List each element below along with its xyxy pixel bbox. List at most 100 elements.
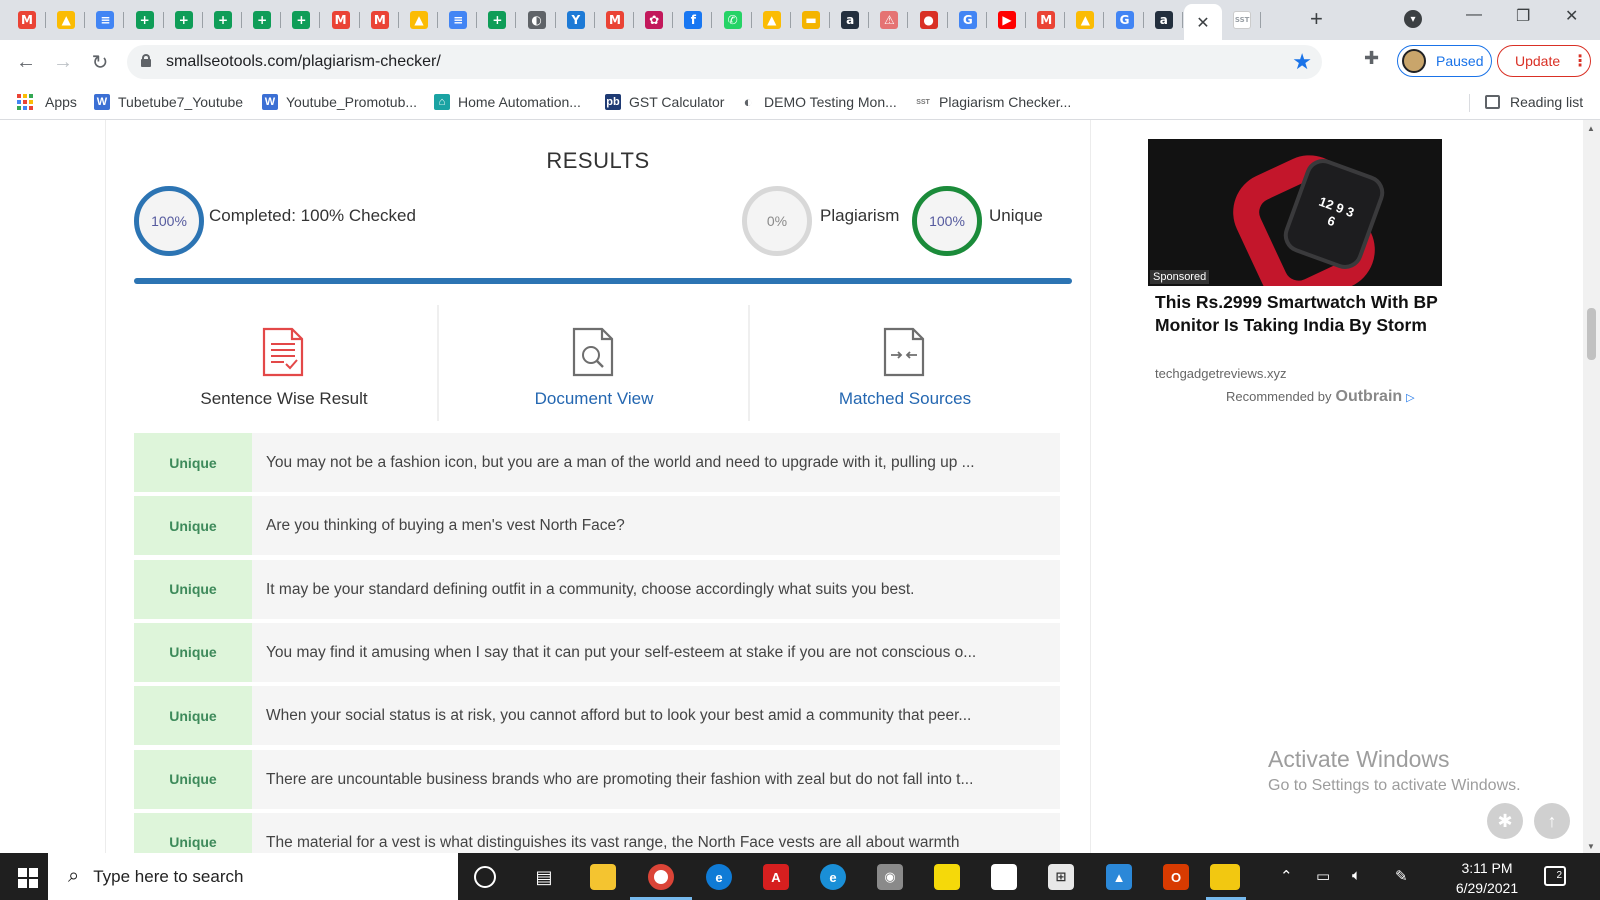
internet-explorer-icon[interactable]: e [820, 864, 846, 890]
browser-tab[interactable]: a [1145, 4, 1183, 36]
profile-paused-button[interactable]: Paused [1397, 45, 1492, 77]
ad-image[interactable]: 12 9 3 6 Sponsored [1148, 139, 1442, 286]
browser-tab[interactable]: + [282, 4, 321, 36]
sticky-notes-icon[interactable] [934, 864, 960, 890]
new-tab-button[interactable]: + [1310, 8, 1323, 30]
taskbar-clock[interactable]: 3:11 PM 6/29/2021 [1447, 858, 1527, 898]
photos-icon[interactable]: ▲ [1106, 864, 1132, 890]
browser-tab[interactable]: ✕ [1184, 4, 1222, 40]
page-scrollbar[interactable]: ▲ ▼ [1583, 120, 1600, 853]
scroll-down-arrow-icon[interactable]: ▼ [1587, 842, 1595, 851]
browser-tab[interactable]: ⚠ [870, 4, 909, 36]
browser-tab[interactable]: + [243, 4, 282, 36]
extensions-puzzle-icon[interactable]: ✚ [1364, 48, 1379, 69]
browser-tab[interactable]: ✿ [635, 4, 674, 36]
browser-tab[interactable]: G [949, 4, 987, 36]
browser-tab[interactable]: ≡ [439, 4, 478, 36]
browser-tab[interactable]: ≡ [86, 4, 125, 36]
browser-tab[interactable]: ▲ [400, 4, 438, 36]
notepad-icon[interactable] [991, 864, 1017, 890]
camera-icon[interactable]: ◉ [877, 864, 903, 890]
sentence-row[interactable]: Unique It may be your standard defining o… [134, 559, 1060, 619]
ad-title[interactable]: This Rs.2999 Smartwatch With BP Monitor … [1155, 291, 1440, 337]
adchoices-icon[interactable]: ▷ [1406, 392, 1414, 404]
tab-separator [319, 12, 321, 28]
browser-tab[interactable]: M [596, 4, 634, 36]
address-bar[interactable]: smallseotools.com/plagiarism-checker/ ★ [127, 45, 1322, 79]
browser-tab[interactable]: M [322, 4, 360, 36]
back-arrow-icon[interactable]: ← [12, 48, 40, 76]
acrobat-icon[interactable]: A [763, 864, 789, 890]
sentence-row[interactable]: Unique The material for a vest is what di… [134, 812, 1060, 853]
bookmark-item[interactable]: W Tubetube7_Youtube [94, 91, 243, 113]
sentence-row[interactable]: Unique You may not be a fashion icon, but… [134, 433, 1060, 492]
browser-tab[interactable]: ◐ [518, 4, 556, 36]
tab-sentence-wise-result[interactable]: Sentence Wise Result [129, 305, 439, 423]
browser-tab[interactable]: + [204, 4, 242, 36]
tab-document-view[interactable]: Document View [439, 305, 749, 423]
browser-tab[interactable]: + [126, 4, 164, 36]
sentence-row[interactable]: Unique When your social status is at risk… [134, 686, 1060, 746]
minimize-window-button[interactable]: — [1466, 6, 1482, 24]
bookmark-item[interactable]: pb GST Calculator [605, 91, 724, 113]
browser-tab[interactable]: M [361, 4, 399, 36]
browser-tab[interactable]: M [1027, 4, 1066, 36]
restore-window-button[interactable]: ❐ [1516, 6, 1530, 26]
scroll-up-arrow-icon[interactable]: ▲ [1587, 124, 1595, 133]
chrome-profile-menu-icon[interactable]: ▾ [1404, 10, 1422, 28]
browser-tab[interactable]: M [8, 4, 46, 36]
sentence-row[interactable]: Unique Are you thinking of buying a men's… [134, 496, 1060, 556]
powerbi-icon[interactable] [1210, 864, 1240, 890]
volume-icon[interactable]: 🔈︎ [1352, 867, 1361, 884]
reload-icon[interactable]: ↻ [86, 48, 114, 76]
browser-tab[interactable]: + [165, 4, 203, 36]
file-explorer-icon[interactable] [590, 864, 616, 890]
browser-tab[interactable]: SST [1223, 4, 1262, 36]
notifications-icon[interactable]: 2 [1544, 866, 1566, 886]
browser-tab[interactable]: f [674, 4, 713, 36]
scrollbar-thumb[interactable] [1587, 308, 1596, 360]
bookmark-apps[interactable]: Apps [17, 91, 77, 113]
chrome-icon[interactable] [648, 864, 674, 890]
windows-start-icon[interactable] [18, 868, 38, 888]
ad-domain[interactable]: techgadgetreviews.xyz [1155, 366, 1287, 381]
reading-list-button[interactable]: Reading list [1485, 91, 1583, 113]
bookmark-item[interactable]: SST Plagiarism Checker... [915, 91, 1071, 113]
edge-icon[interactable]: e [706, 864, 732, 890]
browser-tab[interactable]: a [831, 4, 870, 36]
taskbar-search-box[interactable]: ⌕ Type here to search [48, 853, 458, 900]
bug-report-icon[interactable]: ✱ [1487, 803, 1523, 839]
tab-matched-sources[interactable]: Matched Sources [750, 305, 1060, 423]
browser-tab[interactable]: ▬ [792, 4, 830, 36]
update-button[interactable]: Update ⋮ [1497, 45, 1591, 77]
browser-tab[interactable]: ▲ [47, 4, 86, 36]
sentence-row[interactable]: Unique You may find it amusing when I say… [134, 622, 1060, 682]
cortana-icon[interactable] [474, 866, 496, 888]
address-url[interactable]: smallseotools.com/plagiarism-checker/ [166, 53, 441, 71]
sentence-row[interactable]: Unique There are uncountable business bra… [134, 749, 1060, 809]
browser-tab[interactable]: G [1106, 4, 1144, 36]
tray-expand-icon[interactable]: ⌃ [1280, 867, 1293, 885]
office-icon[interactable]: O [1163, 864, 1189, 890]
bookmark-star-icon[interactable]: ★ [1292, 49, 1312, 75]
facebook-icon: f [684, 11, 703, 29]
scroll-to-top-button[interactable]: ↑ [1534, 803, 1570, 839]
browser-tab[interactable]: ▶ [988, 4, 1026, 36]
browser-tab[interactable]: Y [557, 4, 595, 36]
browser-tab[interactable]: ▲ [1066, 4, 1105, 36]
browser-tab[interactable]: ✆ [714, 4, 752, 36]
bookmark-item[interactable]: ◐ DEMO Testing Mon... [740, 91, 896, 113]
bookmark-item[interactable]: W Youtube_Promotub... [262, 91, 417, 113]
task-view-icon[interactable]: ▤ [531, 864, 557, 890]
browser-tab[interactable]: ● [910, 4, 948, 36]
pen-icon[interactable]: ✎ [1395, 867, 1408, 885]
store-icon[interactable]: ⊞ [1048, 864, 1074, 890]
forward-arrow-icon[interactable]: → [49, 48, 77, 76]
sponsored-ad[interactable]: 12 9 3 6 Sponsored This Rs.2999 Smartwat… [1148, 139, 1442, 429]
battery-icon[interactable]: ▭ [1316, 867, 1330, 885]
bookmark-item[interactable]: ⌂ Home Automation... [434, 91, 581, 113]
close-window-button[interactable]: ✕ [1565, 6, 1578, 26]
browser-tab[interactable]: ▲ [753, 4, 791, 36]
browser-tab[interactable]: + [478, 4, 517, 36]
ad-recommended-by[interactable]: Recommended by Outbrain ▷ [1226, 388, 1415, 406]
